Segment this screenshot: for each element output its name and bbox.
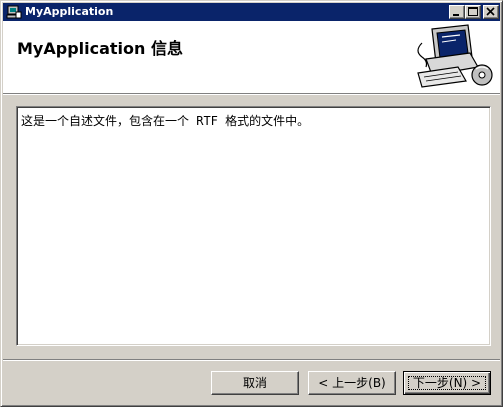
readme-text-area[interactable]: 这是一个自述文件，包含在一个 RTF 格式的文件中。 xyxy=(16,106,491,346)
header-separator xyxy=(3,93,500,95)
cancel-button[interactable]: 取消 xyxy=(211,371,299,395)
next-button-label: 下一步(N) > xyxy=(412,376,482,390)
readme-text: 这是一个自述文件，包含在一个 RTF 格式的文件中。 xyxy=(21,114,310,128)
maximize-icon xyxy=(468,7,478,16)
cancel-button-label: 取消 xyxy=(242,376,267,390)
minimize-button[interactable] xyxy=(449,5,465,19)
footer-separator xyxy=(3,359,500,361)
computer-setup-icon xyxy=(417,24,493,88)
header-banner: MyApplication 信息 xyxy=(3,21,500,93)
close-icon xyxy=(486,7,495,16)
setup-window: MyApplication MyApplication 信息 这是一个自述文件，… xyxy=(0,0,503,407)
installer-icon xyxy=(6,5,22,19)
title-bar[interactable]: MyApplication xyxy=(3,3,500,21)
window-title: MyApplication xyxy=(25,5,114,18)
next-button[interactable]: 下一步(N) > xyxy=(403,371,491,395)
back-button[interactable]: < 上一步(B) xyxy=(308,371,396,395)
minimize-icon xyxy=(453,14,459,16)
close-button[interactable] xyxy=(483,5,499,19)
maximize-button[interactable] xyxy=(465,5,481,19)
back-button-label: < 上一步(B) xyxy=(318,376,386,390)
page-title: MyApplication 信息 xyxy=(17,39,183,58)
